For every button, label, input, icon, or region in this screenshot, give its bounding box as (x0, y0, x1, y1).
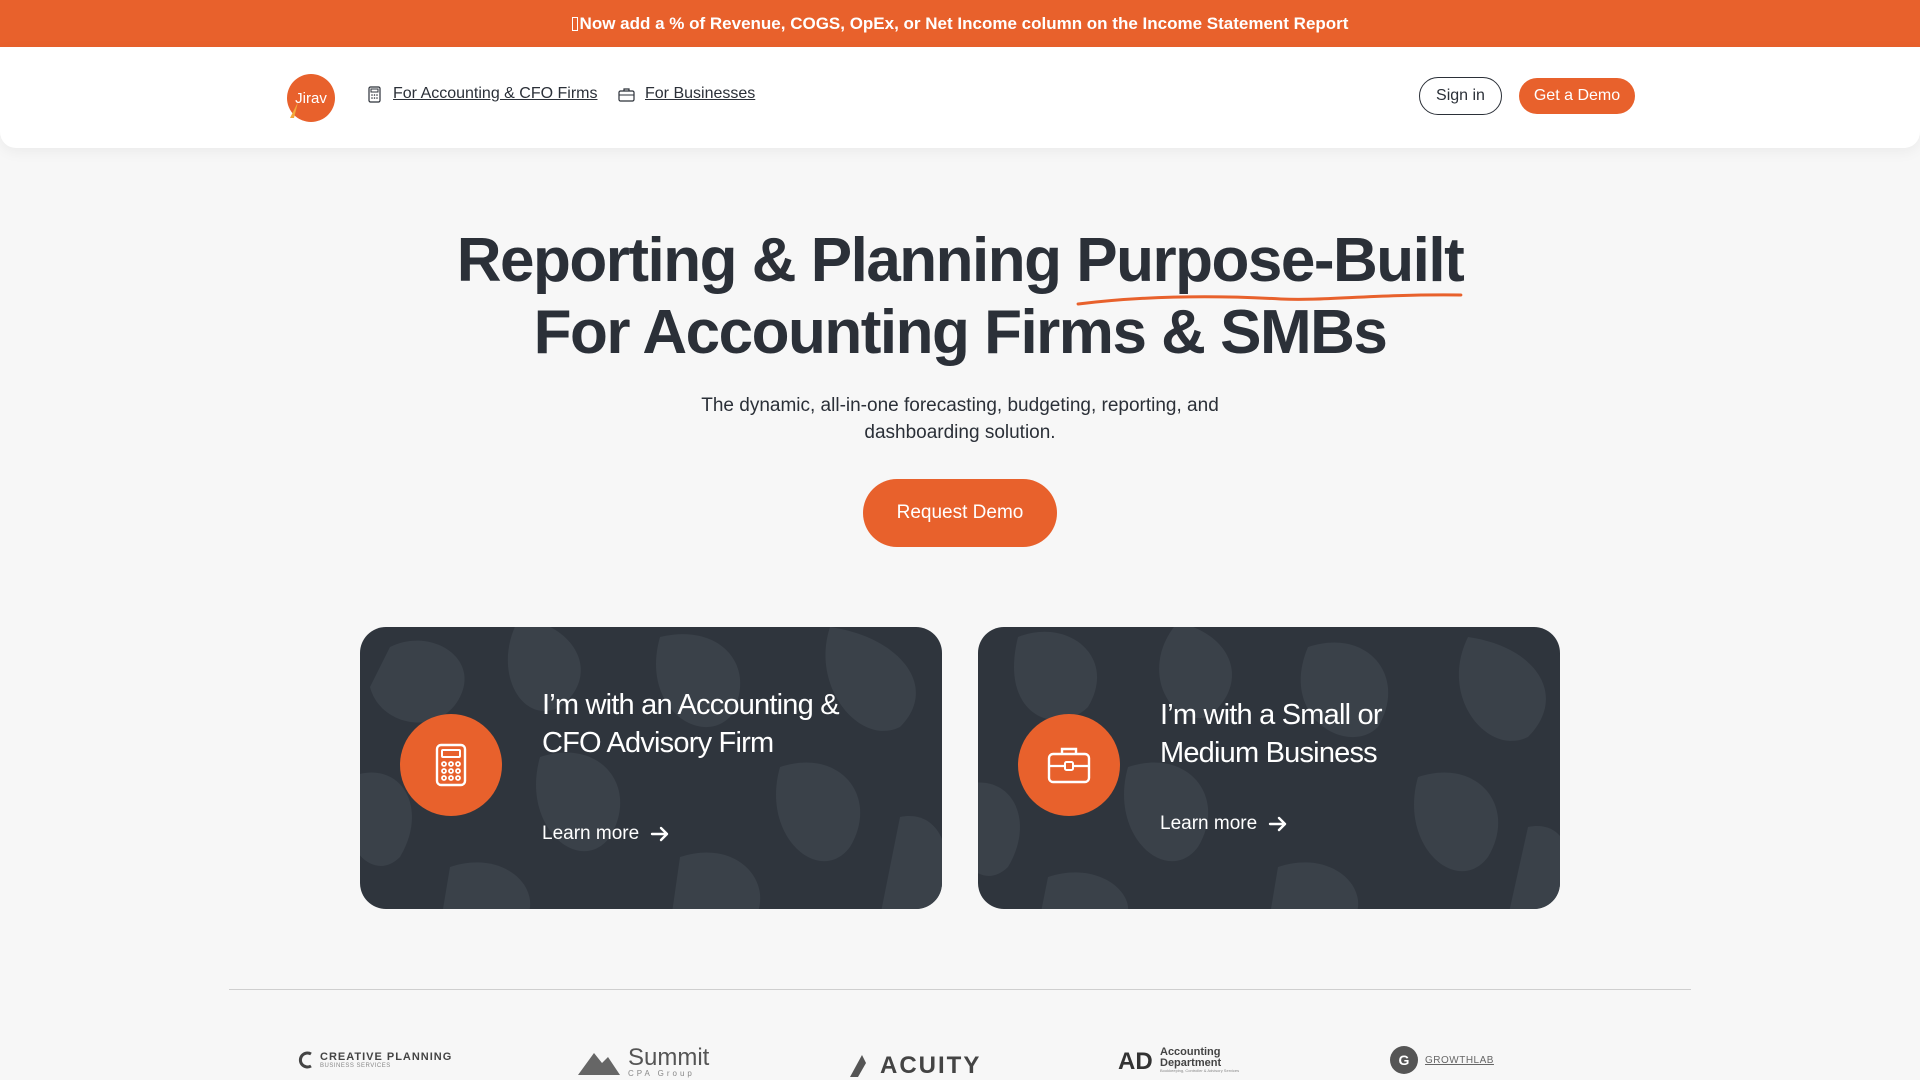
top-navigation: Jirav For Accounting & CFO Firms For Bus… (0, 47, 1920, 148)
client-logo-summit: Summit CPA Group (576, 1042, 709, 1080)
request-demo-button[interactable]: Request Demo (863, 479, 1057, 547)
hero-title-underlined: Purpose-Built (1076, 225, 1465, 306)
client-logo-creative-planning: CREATIVE PLANNING BUSINESS SERVICES (298, 1040, 452, 1080)
hero-title-emphasis: Accounting Firms & SMBs (642, 298, 1388, 367)
client-logo-accounting-department: AD Accounting Department Bookkeeping, Co… (1118, 1046, 1240, 1074)
svg-text:AD: AD (1118, 1048, 1153, 1073)
banner-text: Now add a % of Revenue, COGS, OpEx, or N… (579, 13, 1349, 33)
creative-planning-mark-icon (298, 1051, 312, 1069)
underline-swoosh-icon (1076, 293, 1463, 306)
learn-more-link[interactable]: Learn more (1160, 813, 1289, 835)
svg-text:G: G (1399, 1052, 1410, 1068)
learn-more-link[interactable]: Learn more (542, 823, 671, 845)
client-logo-acuity: ACUITY (848, 1046, 981, 1080)
arrow-right-icon (650, 826, 669, 842)
client-logo-growthlab: G GROWTHLAB (1389, 1040, 1494, 1080)
nav-link-businesses[interactable]: For Businesses (618, 85, 755, 103)
svg-text:Jirav: Jirav (295, 90, 327, 107)
ad-monogram-icon: AD (1118, 1048, 1153, 1073)
jirav-logo[interactable]: Jirav (284, 72, 336, 124)
announcement-banner[interactable]: Now add a % of Revenue, COGS, OpEx, or N… (0, 0, 1920, 47)
banner-glyph-icon (571, 16, 578, 31)
hero-title-part: Reporting & Planning (456, 226, 1062, 295)
acuity-mark-icon (850, 1055, 866, 1077)
card-icon-circle (400, 714, 502, 816)
section-divider (229, 989, 1691, 990)
hero-title: Reporting & Planning Purpose-Built For A… (0, 225, 1920, 369)
card-title: I’m with an Accounting & CFO Advisory Fi… (542, 689, 840, 759)
hero-title-part: For (533, 298, 631, 367)
card-title: I’m with a Small or Medium Business (1160, 699, 1382, 769)
sign-in-button[interactable]: Sign in (1419, 77, 1502, 115)
calculator-icon (435, 743, 467, 787)
growthlab-mark-icon: G (1390, 1046, 1418, 1074)
summit-mountain-icon (578, 1053, 620, 1075)
nav-link-label: For Businesses (645, 85, 756, 102)
calculator-icon (368, 85, 381, 103)
nav-link-label: For Accounting & CFO Firms (393, 85, 598, 102)
briefcase-icon (1047, 747, 1091, 784)
get-demo-button[interactable]: Get a Demo (1519, 78, 1635, 114)
briefcase-icon (618, 87, 635, 102)
accounting-firm-card[interactable]: I’m with an Accounting & CFO Advisory Fi… (360, 627, 942, 909)
small-business-card[interactable]: I’m with a Small or Medium Business Lear… (978, 627, 1560, 909)
hero-subtitle: The dynamic, all-in-one forecasting, bud… (701, 395, 1219, 443)
arrow-right-icon (1268, 816, 1287, 832)
nav-link-accounting-firms[interactable]: For Accounting & CFO Firms (366, 85, 598, 103)
card-icon-circle (1018, 714, 1120, 816)
